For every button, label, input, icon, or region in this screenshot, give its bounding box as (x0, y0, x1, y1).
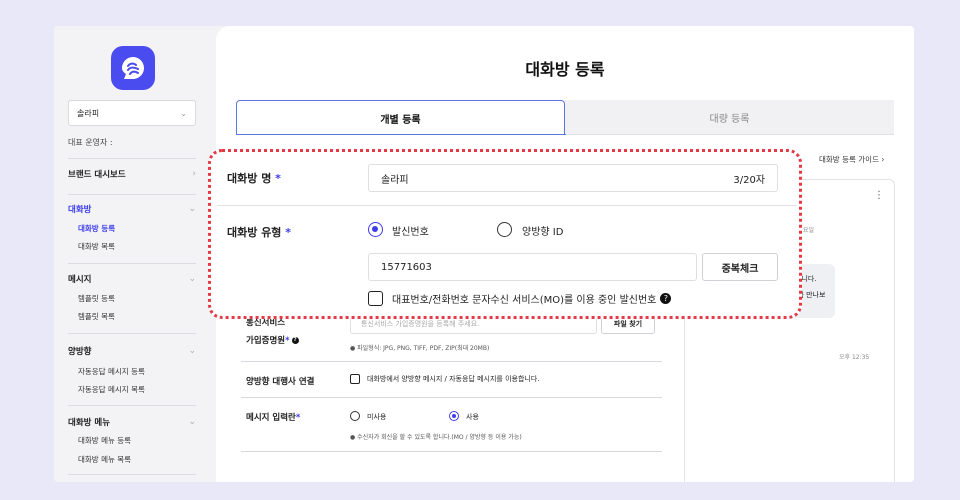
divider (68, 158, 196, 159)
account-select-value: 솔라피 (77, 108, 100, 118)
msg-input-label: 메시지 입력란* (246, 411, 300, 423)
account-select[interactable]: 솔라피 ⌄ (68, 100, 196, 126)
agency-checkbox[interactable] (350, 374, 360, 384)
sidebar-item-label: 대화방 메뉴 (68, 418, 111, 428)
chatroom-type-label-text: 대화방 유형 (227, 226, 282, 239)
sidebar: 솔라피 ⌄ 대표 운영자 : 브랜드 대시보드 › 대화방 ⌄ 대화방 등록 대… (54, 26, 216, 482)
sidebar-item-chatroom[interactable]: 대화방 ⌄ (68, 203, 196, 215)
chevron-right-icon: › (881, 155, 885, 164)
agency-checkbox-label: 대화방에서 양방향 메시지 / 자동응답 메시지를 이용합니다. (367, 375, 540, 383)
mo-checkbox-label-text: 대표번호/전화번호 문자수신 서비스(MO)를 이용 중인 발신번호 (392, 295, 657, 306)
required-mark: * (285, 336, 290, 346)
mo-checkbox[interactable] (368, 291, 383, 306)
sidebar-sub-menu-list[interactable]: 대화방 메뉴 목록 (78, 454, 131, 465)
sidebar-item-message[interactable]: 메시지 ⌄ (68, 273, 196, 285)
required-mark: * (271, 172, 281, 185)
type-twoway-radio[interactable] (497, 222, 512, 237)
sidebar-item-label: 양방향 (68, 347, 92, 357)
agency-label: 양방향 대행사 연결 (246, 377, 315, 387)
highlight-overlay: 대화방 명 * 솔라피 3/20자 대화방 유형 * 발신번호 양방향 ID 1… (208, 149, 802, 319)
sender-number-input[interactable]: 15771603 (368, 253, 697, 281)
tab-single-register[interactable]: 개별 등록 (236, 100, 565, 135)
owner-label: 대표 운영자 : (68, 138, 113, 147)
sidebar-item-label: 메시지 (68, 275, 92, 285)
chevron-down-icon: ⌄ (188, 346, 196, 356)
chevron-down-icon: ⌄ (188, 417, 196, 427)
brand-logo[interactable] (111, 46, 155, 90)
required-mark: * (295, 413, 301, 423)
required-mark: * (281, 226, 292, 239)
sidebar-item-label: 브랜드 대시보드 (68, 170, 126, 180)
chevron-down-icon: ⌄ (188, 274, 196, 284)
mo-checkbox-label: 대표번호/전화번호 문자수신 서비스(MO)를 이용 중인 발신번호 ? (392, 291, 672, 306)
tab-bulk-register[interactable]: 대량 등록 (565, 100, 894, 135)
chatroom-name-label-text: 대화방 명 (227, 172, 272, 185)
help-icon[interactable]: ? (291, 337, 299, 344)
msg-input-hint: ● 수신자가 회신을 할 수 있도록 합니다.(MO / 양방향 등 이용 가능… (350, 434, 522, 441)
type-sender-radio[interactable] (368, 222, 383, 237)
help-icon[interactable]: ? (660, 293, 672, 304)
sidebar-sub-autoreply-list[interactable]: 자동응답 메시지 목록 (78, 384, 145, 395)
guide-link-label: 대화방 등록 가이드 (819, 155, 879, 164)
sidebar-sub-template-list[interactable]: 템플릿 목록 (78, 311, 115, 322)
page-title: 대화방 등록 (525, 60, 605, 79)
sidebar-sub-chatroom-list[interactable]: 대화방 목록 (78, 241, 115, 252)
telecom-label-text: 가입증명원 (246, 336, 286, 346)
msg-input-on-radio[interactable] (449, 411, 459, 421)
divider (68, 333, 196, 334)
chevron-down-icon: ⌄ (180, 108, 187, 118)
divider (68, 474, 196, 475)
type-twoway-label: 양방향 ID (522, 227, 564, 238)
msg-input-on-label: 사용 (466, 413, 479, 421)
chevron-down-icon: ⌄ (188, 204, 196, 214)
sidebar-sub-menu-register[interactable]: 대화방 메뉴 등록 (78, 435, 131, 446)
msg-input-off-radio[interactable] (350, 411, 360, 421)
preview-time: 오후 12:35 (839, 354, 870, 361)
active-tab-indicator (236, 134, 566, 135)
chatroom-name-value: 솔라피 (381, 174, 409, 186)
duplicate-check-button[interactable]: 중복체크 (702, 253, 778, 281)
row-divider (217, 205, 797, 206)
sidebar-sub-template-register[interactable]: 템플릿 등록 (78, 293, 115, 304)
sidebar-sub-chatroom-register[interactable]: 대화방 등록 (78, 223, 115, 234)
sidebar-sub-autoreply-register[interactable]: 자동응답 메시지 등록 (78, 366, 145, 377)
msg-input-label-text: 메시지 입력란 (246, 413, 296, 423)
divider (68, 405, 196, 406)
row-divider (241, 397, 662, 398)
logo-icon (122, 57, 144, 79)
telecom-label-line2: 가입증명원*? (246, 334, 299, 346)
sidebar-item-chatroom-menu[interactable]: 대화방 메뉴 ⌄ (68, 416, 196, 428)
more-icon[interactable]: ⋮ (874, 190, 884, 201)
row-divider (241, 361, 662, 362)
divider (68, 263, 196, 264)
chatroom-type-label: 대화방 유형 * (227, 224, 291, 240)
guide-link[interactable]: 대화방 등록 가이드 › (819, 154, 884, 165)
sidebar-item-twoway[interactable]: 양방향 ⌄ (68, 345, 196, 357)
chevron-right-icon: › (192, 169, 196, 179)
type-sender-label: 발신번호 (392, 227, 429, 238)
chatroom-name-label: 대화방 명 * (227, 170, 281, 186)
msg-input-off-label: 미사용 (367, 413, 387, 421)
chatroom-name-input[interactable]: 솔라피 3/20자 (368, 164, 778, 192)
divider (68, 194, 196, 195)
row-divider (241, 451, 662, 452)
chatroom-name-counter: 3/20자 (733, 174, 765, 186)
sidebar-item-dashboard[interactable]: 브랜드 대시보드 › (68, 168, 196, 180)
preview-date: 요일 (803, 227, 815, 234)
file-hint: ● 파일형식: JPG, PNG, TIFF, PDF, ZIP(최대 20MB… (350, 345, 490, 352)
sidebar-item-label: 대화방 (68, 205, 92, 215)
telecom-label: 통신서비스 가입증명원*? (246, 316, 299, 346)
